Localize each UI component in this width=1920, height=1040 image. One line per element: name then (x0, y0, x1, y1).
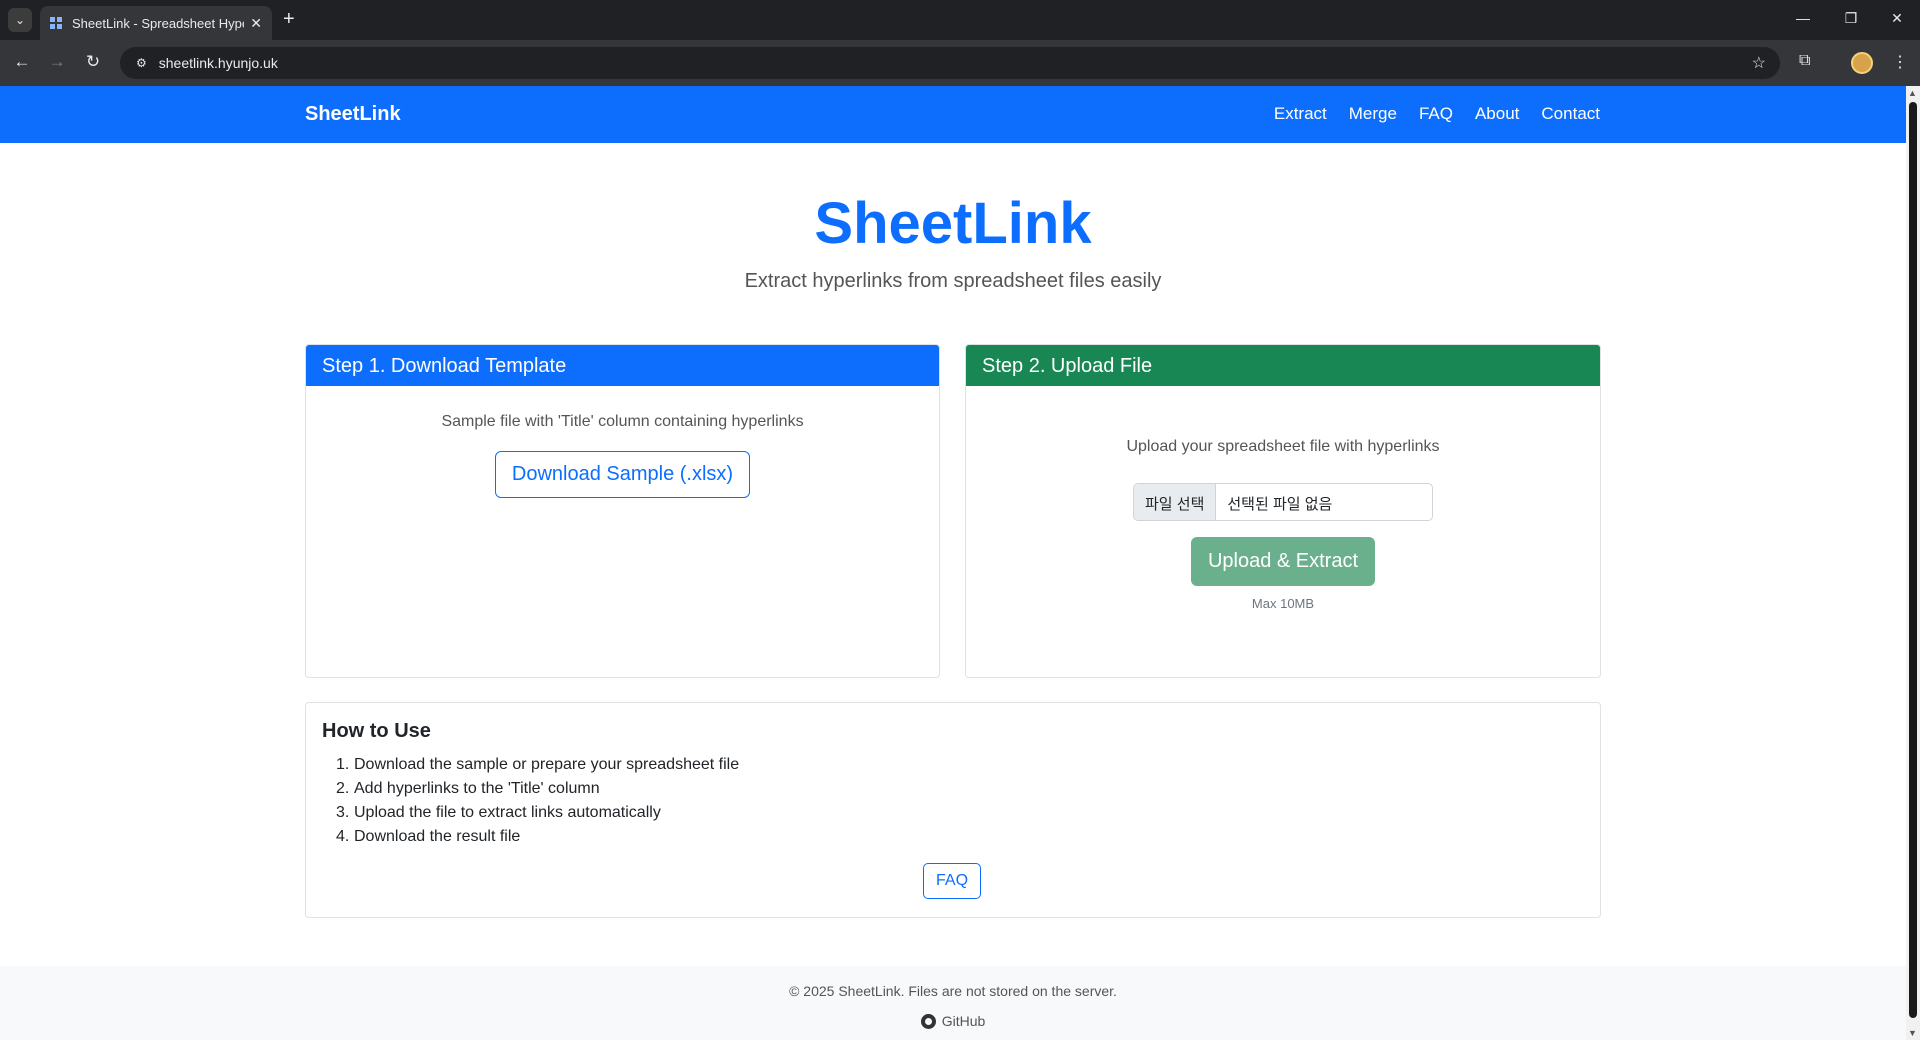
brand-logo[interactable]: SheetLink (305, 103, 401, 126)
list-item: 3. Upload the file to extract links autom… (336, 804, 661, 821)
site-footer: © 2025 SheetLink. Files are not stored o… (0, 966, 1906, 1040)
howto-title: How to Use (322, 720, 431, 742)
step2-header: Step 2. Upload File (966, 345, 1600, 386)
footer-github: GitHub (0, 1013, 1906, 1032)
step1-header: Step 1. Download Template (306, 345, 939, 386)
github-label: GitHub (941, 1013, 986, 1029)
scroll-up-icon[interactable]: ▲ (1908, 88, 1917, 98)
minimize-button[interactable]: — (1793, 10, 1813, 26)
nav-link-about[interactable]: About (1475, 104, 1519, 124)
close-window-button[interactable]: ✕ (1887, 10, 1907, 27)
tab-close-icon[interactable]: ✕ (250, 15, 262, 32)
page-title: SheetLink (814, 191, 1092, 256)
url-text[interactable]: sheetlink.hyunjo.uk (159, 55, 278, 71)
file-input[interactable]: 파일 선택 선택된 파일 없음 (1133, 483, 1433, 521)
tab-search-button[interactable]: ⌄ (8, 8, 32, 32)
page-viewport: SheetLink Extract Merge FAQ About Contac… (0, 86, 1906, 1040)
howto-step-text: Download the result file (354, 828, 521, 845)
github-icon (920, 1013, 936, 1029)
page-scrollbar[interactable]: ▲ ▼ (1906, 86, 1920, 1040)
howto-list: 1. Download the sample or prepare your sp… (336, 753, 739, 849)
site-info-icon[interactable]: ⚙ (136, 56, 147, 70)
howto-step-text: Add hyperlinks to the 'Title' column (354, 780, 600, 797)
forward-arrow-icon[interactable]: → (46, 52, 68, 72)
nav-link-merge[interactable]: Merge (1349, 104, 1397, 124)
tab-title: SheetLink - Spreadsheet Hyperlink Extrac… (72, 15, 244, 31)
choose-file-button[interactable]: 파일 선택 (1134, 484, 1217, 520)
nav-links: Extract Merge FAQ About Contact (1274, 104, 1600, 124)
list-item: 1. Download the sample or prepare your sp… (336, 756, 740, 773)
browser-toolbar: ← → ↻ ⚙ sheetlink.hyunjo.uk ☆ ⧉ ⋮ (0, 40, 1920, 86)
scroll-thumb[interactable] (1909, 102, 1917, 1018)
footer-copyright: © 2025 SheetLink. Files are not stored o… (789, 983, 1117, 999)
step2-description: Upload your spreadsheet file with hyperl… (1126, 438, 1440, 455)
howto-step-text: Upload the file to extract links automat… (354, 804, 661, 821)
github-link[interactable]: GitHub (920, 1013, 986, 1029)
puzzle-icon[interactable]: ⧉ (1799, 52, 1810, 70)
file-name-text: 선택된 파일 없음 (1227, 496, 1333, 513)
site-navbar: SheetLink Extract Merge FAQ About Contac… (0, 86, 1906, 143)
kebab-menu-icon[interactable]: ⋮ (1892, 52, 1908, 72)
faq-button[interactable]: FAQ (923, 863, 982, 899)
list-item: 2. Add hyperlinks to the 'Title' column (336, 780, 600, 797)
address-bar[interactable]: ⚙ sheetlink.hyunjo.uk ☆ (120, 47, 1780, 79)
nav-link-extract[interactable]: Extract (1274, 104, 1327, 124)
howto-step-text: Download the sample or prepare your spre… (354, 756, 740, 773)
scroll-down-icon[interactable]: ▼ (1908, 1028, 1917, 1038)
new-tab-button[interactable]: + (283, 9, 295, 29)
upload-extract-button[interactable]: Upload & Extract (1190, 537, 1376, 586)
step1-description: Sample file with 'Title' column containi… (441, 413, 804, 430)
page-subtitle: Extract hyperlinks from spreadsheet file… (744, 270, 1162, 292)
step2-card: Step 2. Upload File Upload your spreadsh… (965, 344, 1601, 678)
favicon-icon (50, 17, 62, 29)
chevron-down-icon: ⌄ (14, 13, 26, 27)
reload-icon[interactable]: ↻ (82, 52, 104, 72)
nav-link-faq[interactable]: FAQ (1419, 104, 1453, 124)
restore-button[interactable]: ❐ (1841, 10, 1861, 27)
list-item: 4. Download the result file (336, 828, 521, 845)
download-sample-button[interactable]: Download Sample (.xlsx) (494, 451, 751, 498)
nav-link-contact[interactable]: Contact (1541, 104, 1600, 124)
max-size-note: Max 10MB (1251, 596, 1315, 611)
avatar[interactable] (1851, 52, 1873, 74)
howto-card: How to Use 1. Download the sample or prep… (305, 702, 1601, 918)
star-icon[interactable]: ☆ (1752, 53, 1766, 73)
step1-card: Step 1. Download Template Sample file wi… (305, 344, 940, 678)
browser-tab-active[interactable]: SheetLink - Spreadsheet Hyperlink Extrac… (40, 6, 272, 40)
back-arrow-icon[interactable]: ← (11, 52, 33, 72)
browser-tabstrip: ⌄ SheetLink - Spreadsheet Hyperlink Extr… (0, 0, 1920, 40)
